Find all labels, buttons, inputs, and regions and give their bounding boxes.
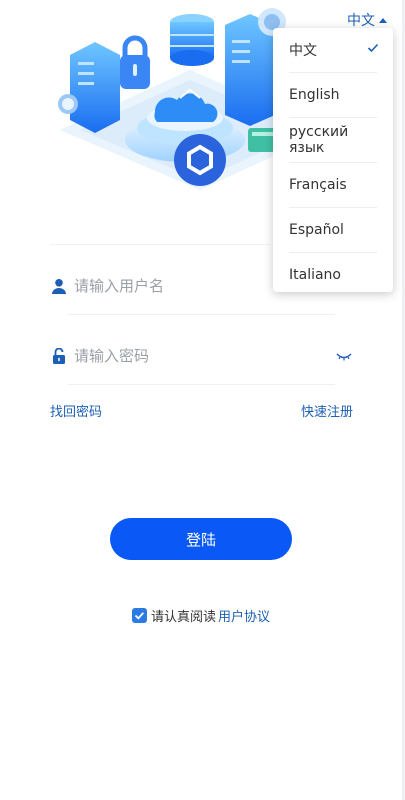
divider — [68, 314, 335, 315]
forgot-password-link[interactable]: 找回密码 — [50, 401, 102, 420]
language-option-french[interactable]: Français — [289, 163, 377, 208]
user-icon — [50, 277, 68, 295]
lock-icon — [50, 347, 68, 365]
language-option-english[interactable]: English — [289, 73, 377, 118]
agreement-checkbox[interactable] — [132, 608, 147, 623]
check-icon — [367, 43, 379, 53]
language-option-chinese[interactable]: 中文 — [289, 28, 379, 73]
divider — [50, 244, 270, 245]
password-input[interactable] — [72, 346, 353, 366]
hexagon-logo-icon — [174, 134, 226, 186]
language-option-italian[interactable]: Italiano — [289, 253, 377, 297]
language-option-russian[interactable]: русский язык — [289, 118, 377, 163]
quick-register-link[interactable]: 快速注册 — [301, 401, 353, 420]
user-agreement-link[interactable]: 用户协议 — [218, 606, 270, 625]
agreement-text: 请认真阅读 — [151, 610, 217, 625]
caret-up-icon — [379, 17, 387, 23]
language-dropdown: 中文 English русский язык Français Español… — [273, 28, 393, 292]
current-language: 中文 — [347, 13, 375, 29]
agreement: 请认真阅读 用户协议 — [132, 606, 270, 625]
login-button[interactable]: 登陆 — [110, 518, 292, 560]
language-option-spanish[interactable]: Español — [289, 208, 377, 253]
password-field — [50, 336, 353, 376]
eye-closed-icon[interactable] — [335, 348, 353, 364]
language-switcher[interactable]: 中文 — [347, 10, 387, 30]
divider — [68, 384, 335, 385]
